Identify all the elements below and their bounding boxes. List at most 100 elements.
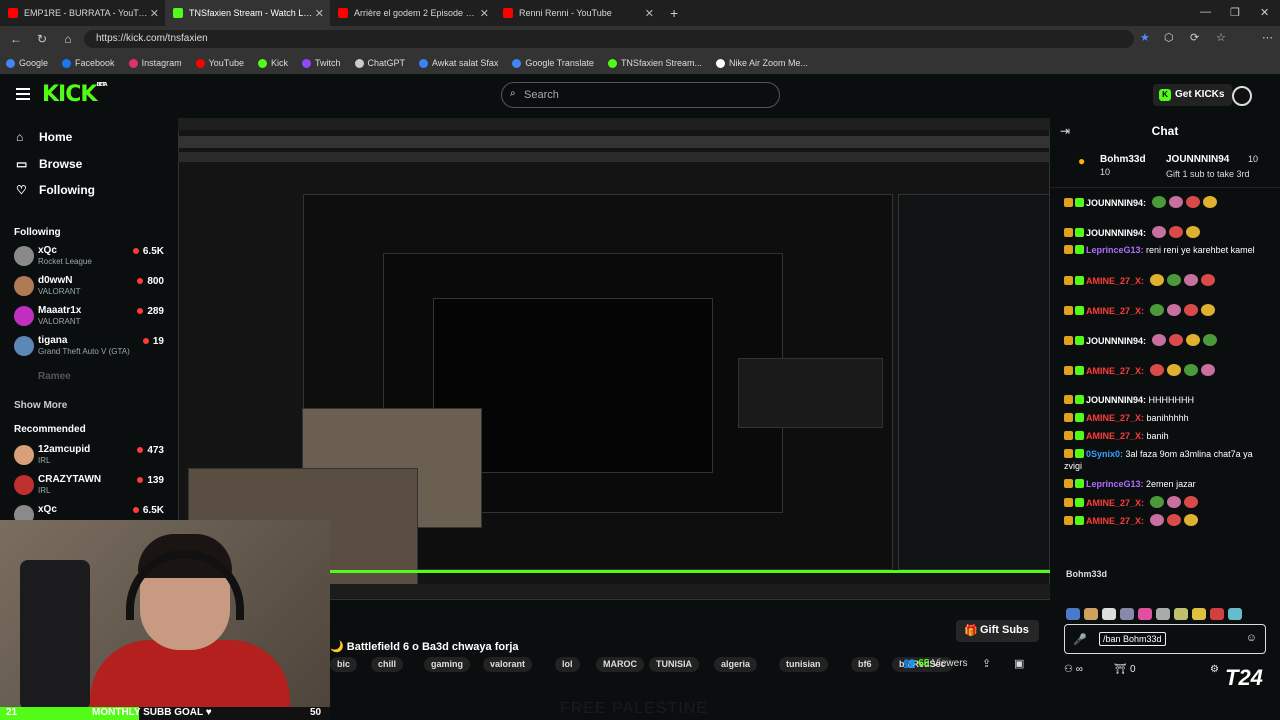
chat-username[interactable]: AMINE_27_X: xyxy=(1086,431,1144,441)
chat-message[interactable]: AMINE_27_X: xyxy=(1064,364,1270,377)
stream-tag[interactable]: MAROC xyxy=(596,657,644,672)
chat-username[interactable]: JOUNNNIN94: xyxy=(1086,198,1146,208)
chat-username[interactable]: JOUNNNIN94: xyxy=(1086,395,1146,405)
points-icon[interactable]: ⚇ ∞ xyxy=(1064,664,1083,675)
bookmark-item[interactable]: Twitch xyxy=(301,58,341,68)
channel-item[interactable]: 12amcupid IRL 473 xyxy=(14,443,164,469)
chat-username[interactable]: AMINE_27_X: xyxy=(1086,276,1144,286)
chat-message[interactable]: AMINE_27_X: banih xyxy=(1064,430,1270,442)
search-input[interactable]: ⌕ Search xyxy=(501,82,780,108)
bookmark-item[interactable]: Awkat salat Sfax xyxy=(419,58,498,68)
stream-tag[interactable]: TUNISIA xyxy=(649,657,699,672)
channel-item[interactable]: xQc Rocket League 6.5K xyxy=(14,244,164,270)
favorites-icon[interactable]: ☆ xyxy=(1216,31,1226,44)
channel-item[interactable]: Maaatr1x VALORANT 289 xyxy=(14,304,164,330)
channel-item[interactable]: d0wwN VALORANT 800 xyxy=(14,274,164,300)
browser-tab[interactable]: EMP1RE - BURRATA - YouTube ✕ xyxy=(0,0,165,26)
menu-dots-icon[interactable]: ⋯ xyxy=(1262,31,1273,44)
stream-tag[interactable]: chill xyxy=(371,657,404,672)
chat-message[interactable]: AMINE_27_X: banihhhhh xyxy=(1064,412,1270,424)
emote-icon[interactable] xyxy=(1120,608,1134,620)
nav-browse[interactable]: ▭ Browse xyxy=(16,157,82,171)
more-icon[interactable]: ▣ xyxy=(1014,657,1024,670)
reload-icon[interactable]: ↻ xyxy=(32,32,52,46)
chat-message[interactable]: JOUNNNIN94: xyxy=(1064,334,1270,347)
bookmark-item[interactable]: Google Translate xyxy=(512,58,594,68)
show-more-link[interactable]: Show More xyxy=(14,400,67,411)
chat-message[interactable]: AMINE_27_X: xyxy=(1064,514,1270,527)
emote-icon[interactable] xyxy=(1102,608,1116,620)
chat-input-text[interactable]: /ban Bohm33d xyxy=(1099,632,1166,646)
offline-channel[interactable]: Ramee xyxy=(14,370,164,396)
emote-icon[interactable] xyxy=(1174,608,1188,620)
close-icon[interactable]: ✕ xyxy=(645,7,654,20)
stream-tag[interactable]: valorant xyxy=(483,657,533,672)
bookmark-item[interactable]: Nike Air Zoom Me... xyxy=(715,58,808,68)
browser-tab-active[interactable]: TNSfaxien Stream - Watch Live on ✕ xyxy=(165,0,330,26)
store-icon[interactable]: ⛩ xyxy=(1114,664,1127,675)
bookmark-item[interactable]: ChatGPT xyxy=(354,58,405,68)
chat-message[interactable]: LeprinceG13: 2emen jazar xyxy=(1064,478,1270,490)
chat-username[interactable]: LeprinceG13: xyxy=(1086,245,1144,255)
minimize-icon[interactable]: — xyxy=(1200,6,1211,18)
bookmark-item[interactable]: YouTube xyxy=(195,58,244,68)
new-tab-button[interactable]: + xyxy=(670,5,678,21)
browser-tab[interactable]: Arrière el godem 2 Episode 13 ﻿ع ✕ xyxy=(330,0,495,26)
chat-username[interactable]: AMINE_27_X: xyxy=(1086,498,1144,508)
stream-tag[interactable]: algeria xyxy=(714,657,758,672)
channel-item[interactable]: CRAZYTAWN IRL 139 xyxy=(14,473,164,499)
stream-tag[interactable]: gaming xyxy=(424,657,471,672)
chat-username[interactable]: AMINE_27_X: xyxy=(1086,516,1144,526)
emote-icon[interactable] xyxy=(1228,608,1242,620)
emote-icon[interactable] xyxy=(1210,608,1224,620)
chat-message[interactable]: JOUNNNIN94: xyxy=(1064,226,1270,239)
back-icon[interactable]: ← xyxy=(6,32,26,46)
nav-following[interactable]: ♡ Following xyxy=(16,183,95,197)
chat-message[interactable]: AMINE_27_X: xyxy=(1064,496,1270,509)
gift-subs-button[interactable]: 🎁 Gift Subs xyxy=(956,620,1039,642)
channel-item[interactable]: tigana Grand Theft Auto V (GTA) 19 xyxy=(14,334,164,360)
share-icon[interactable]: ⇪ xyxy=(982,657,991,670)
nav-home[interactable]: ⌂ Home xyxy=(16,130,72,144)
hamburger-menu-icon[interactable] xyxy=(16,88,30,100)
close-icon[interactable]: ✕ xyxy=(150,7,159,20)
emote-icon[interactable] xyxy=(1156,608,1170,620)
browser-tab[interactable]: Renni Renni - YouTube ✕ xyxy=(495,0,660,26)
home-icon[interactable]: ⌂ xyxy=(58,32,78,46)
chat-username[interactable]: AMINE_27_X: xyxy=(1086,366,1144,376)
close-icon[interactable]: ✕ xyxy=(315,7,324,20)
extensions-icon[interactable]: ⬡ xyxy=(1164,31,1174,44)
chat-username[interactable]: LeprinceG13: xyxy=(1086,479,1144,489)
bookmark-item[interactable]: Kick xyxy=(257,58,288,68)
chat-username[interactable]: AMINE_27_X: xyxy=(1086,306,1144,316)
sync-icon[interactable]: ⟳ xyxy=(1190,31,1199,44)
get-kicks-button[interactable]: K Get KICKs xyxy=(1153,84,1233,106)
emote-icon[interactable] xyxy=(1138,608,1152,620)
user-avatar[interactable] xyxy=(1232,86,1252,106)
chat-message[interactable]: AMINE_27_X: xyxy=(1064,304,1270,317)
emote-strip[interactable] xyxy=(1066,608,1276,620)
emoji-icon[interactable]: ☺ xyxy=(1246,632,1257,644)
chat-message[interactable]: JOUNNNIN94: xyxy=(1064,196,1270,209)
stream-tag[interactable]: tunisian xyxy=(779,657,828,672)
chat-username[interactable]: JOUNNNIN94: xyxy=(1086,228,1146,238)
close-icon[interactable]: ✕ xyxy=(480,7,489,20)
chat-message[interactable]: JOUNNNIN94: HHHHHHH xyxy=(1064,394,1270,406)
bookmark-item[interactable]: Facebook xyxy=(62,58,115,68)
url-field[interactable]: https://kick.com/tnsfaxien xyxy=(84,30,1134,48)
chat-message[interactable]: 0Synix0: 3al faza 9om a3mlina chat7a ya … xyxy=(1064,448,1270,472)
mic-icon[interactable]: 🎤 xyxy=(1073,633,1087,646)
emote-icon[interactable] xyxy=(1192,608,1206,620)
stream-tag[interactable]: bic xyxy=(330,657,358,672)
bookmark-item[interactable]: Instagram xyxy=(128,58,182,68)
bookmark-item[interactable]: TNSfaxien Stream... xyxy=(607,58,702,68)
kick-logo[interactable]: KICKBETA xyxy=(42,82,108,107)
stream-tag[interactable]: bf6 xyxy=(851,657,879,672)
chat-message[interactable]: AMINE_27_X: xyxy=(1064,274,1270,287)
maximize-icon[interactable]: ❐ xyxy=(1230,6,1240,19)
chat-message[interactable]: LeprinceG13: reni reni ye karehbet kamel xyxy=(1064,244,1270,256)
chat-username[interactable]: AMINE_27_X: xyxy=(1086,413,1144,423)
bookmark-item[interactable]: Google xyxy=(6,58,48,68)
chat-username[interactable]: 0Synix0: xyxy=(1086,449,1123,459)
close-window-icon[interactable]: ✕ xyxy=(1260,6,1269,19)
